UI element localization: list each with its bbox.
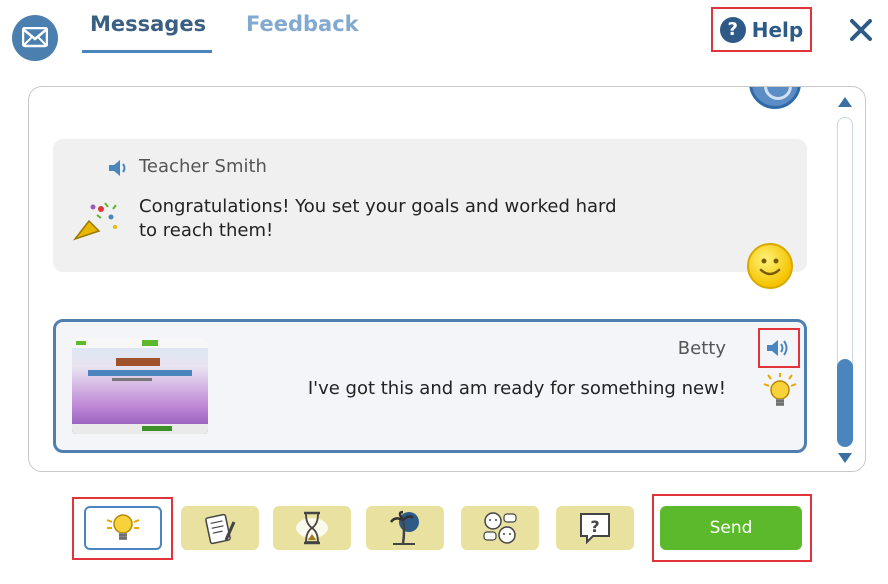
break-tool-button[interactable]	[366, 506, 444, 550]
help-label: Help	[751, 17, 804, 42]
send-button[interactable]: Send	[660, 506, 802, 550]
tab-messages[interactable]: Messages	[90, 12, 206, 36]
notes-tool-button[interactable]	[181, 506, 259, 550]
close-button[interactable]	[845, 12, 877, 48]
message-text: Congratulations! You set your goals and …	[139, 196, 617, 241]
question-circle-icon: ?	[719, 16, 746, 43]
help-button[interactable]: ? Help	[711, 7, 812, 52]
message-card-student[interactable]: Betty I've got this and am ready for som…	[53, 319, 807, 453]
message-sender: Teacher Smith	[139, 156, 267, 177]
message-sender: Betty	[677, 338, 726, 359]
hourglass-icon	[296, 511, 328, 545]
confetti-icon	[71, 199, 119, 243]
question-bubble-icon: ?	[580, 513, 610, 545]
lightbulb-icon	[762, 372, 798, 412]
scroll-up-arrow-icon[interactable]	[838, 97, 852, 107]
smiley-icon	[747, 243, 793, 289]
lightbulb-tool-button[interactable]	[84, 506, 162, 550]
hourglass-tool-button[interactable]	[273, 506, 351, 550]
message-thread-panel: Teacher Smith Congratulations! You set y…	[28, 86, 866, 472]
close-icon	[850, 19, 872, 41]
message-text: I've got this and am ready for something…	[307, 378, 726, 399]
speaker-icon[interactable]	[105, 156, 135, 180]
scrollbar[interactable]	[833, 97, 857, 463]
speaker-button[interactable]	[758, 328, 800, 368]
tab-feedback[interactable]: Feedback	[246, 12, 359, 36]
activity-screenshot-thumbnail[interactable]	[72, 338, 208, 434]
scroll-thumb[interactable]	[837, 359, 853, 447]
messages-window: Messages Feedback ? Help Teacher Smith C…	[0, 0, 888, 584]
lightbulb-icon	[106, 514, 140, 540]
svg-text:?: ?	[590, 517, 599, 536]
tab-active-underline	[82, 50, 212, 53]
envelope-logo-icon	[12, 15, 58, 61]
notepad-pencil-icon	[205, 513, 236, 545]
message-card-teacher: Teacher Smith Congratulations! You set y…	[53, 139, 807, 289]
question-tool-button[interactable]: ?	[556, 506, 634, 550]
speaker-icon	[767, 340, 788, 356]
scroll-down-arrow-icon[interactable]	[838, 453, 852, 463]
swirl-emoji-icon	[749, 87, 801, 109]
chat-tool-button[interactable]	[461, 506, 539, 550]
palm-tree-icon	[389, 510, 419, 545]
faces-chat-icon	[483, 512, 517, 544]
